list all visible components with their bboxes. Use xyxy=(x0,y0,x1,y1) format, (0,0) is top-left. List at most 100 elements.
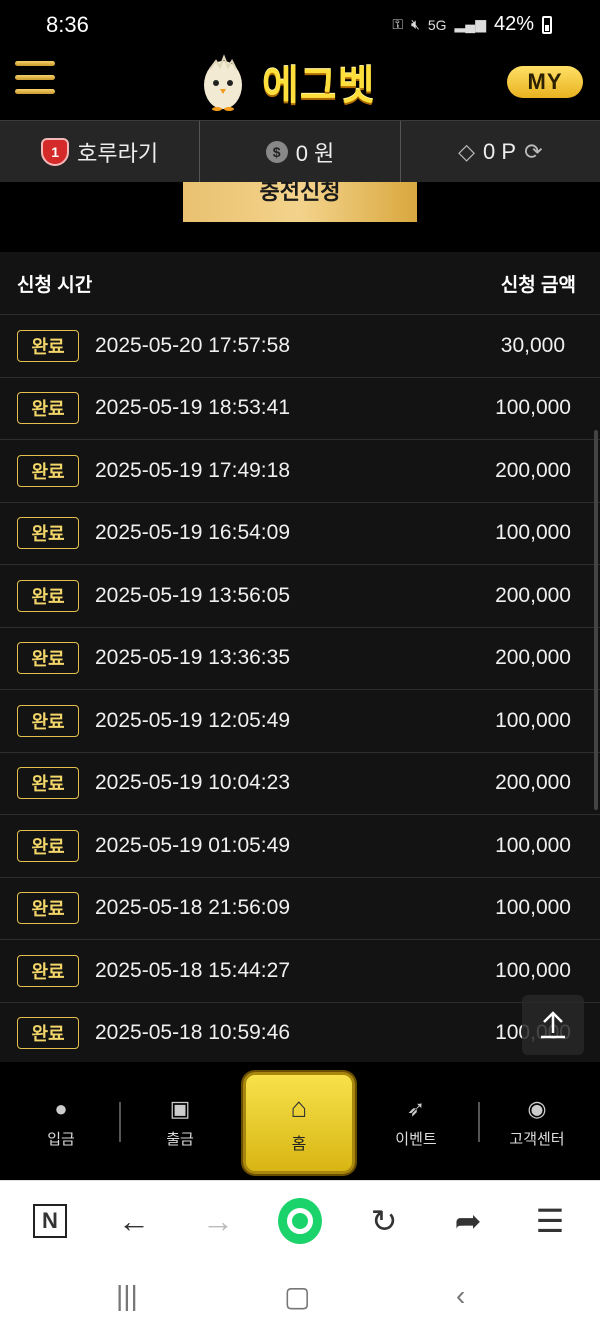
charge-area: 충전신청 xyxy=(0,182,600,252)
nav-divider xyxy=(478,1102,480,1142)
nav-home[interactable]: ⌂ 홈 xyxy=(243,1072,355,1174)
forward-arrow-icon: → xyxy=(202,1202,234,1239)
mute-icon: 🔇︎ xyxy=(411,16,420,32)
table-row: 완료 2025-05-19 18:53:41 100,000 xyxy=(0,378,600,440)
my-button[interactable]: MY xyxy=(507,66,583,98)
request-time: 2025-05-19 17:49:18 xyxy=(95,458,290,482)
charge-history-table: 신청 시간 신청 금액 완료 2025-05-20 17:57:58 30,00… xyxy=(0,252,600,1062)
nav-withdraw-label: 출금 xyxy=(166,1131,194,1148)
username: 호루라기 xyxy=(77,140,159,166)
table-row: 완료 2025-05-19 12:05:49 100,000 xyxy=(0,690,600,753)
table-body: 완료 2025-05-20 17:57:58 30,000 완료 2025-05… xyxy=(0,315,600,1062)
request-time: 2025-05-19 12:05:49 xyxy=(95,708,290,732)
request-time: 2025-05-19 13:36:35 xyxy=(95,646,290,670)
request-amount: 100,000 xyxy=(495,708,571,732)
nav-divider xyxy=(119,1102,121,1142)
egg-mascot-icon xyxy=(204,54,242,111)
request-amount: 30,000 xyxy=(500,333,565,357)
request-amount: 100,000 xyxy=(495,521,571,545)
request-amount: 200,000 xyxy=(495,583,571,607)
reload-button[interactable]: ↻ xyxy=(362,1199,406,1243)
coins-icon: ● xyxy=(54,1096,68,1121)
points-cell[interactable]: ◇ 0 P ⟳ xyxy=(401,121,600,182)
status-badge: 완료 xyxy=(17,392,79,425)
home-icon: ⌂ xyxy=(290,1092,308,1123)
refresh-icon[interactable]: ⟳ xyxy=(524,139,542,165)
request-amount: 200,000 xyxy=(495,458,571,482)
nav-deposit-label: 입금 xyxy=(47,1131,75,1148)
table-row: 완료 2025-05-18 21:56:09 100,000 xyxy=(0,878,600,940)
request-amount: 200,000 xyxy=(495,771,571,795)
nav-deposit[interactable]: ● 입금 xyxy=(21,1096,101,1149)
status-badge: 완료 xyxy=(17,829,79,862)
status-badge: 완료 xyxy=(17,1017,79,1050)
back-button[interactable]: ← xyxy=(112,1199,156,1243)
key-icon: ⚿ xyxy=(392,16,403,32)
request-time: 2025-05-19 13:56:05 xyxy=(95,583,290,607)
status-badge: 완료 xyxy=(17,642,79,675)
request-time: 2025-05-19 01:05:49 xyxy=(95,833,290,857)
table-row: 완료 2025-05-19 17:49:18 200,000 xyxy=(0,440,600,503)
nav-withdraw[interactable]: ▣ 출금 xyxy=(140,1096,220,1149)
request-time: 2025-05-19 10:04:23 xyxy=(95,771,290,795)
status-bar: 8:36 ⚿ 🔇︎ 5G ▂▄▆ 42% xyxy=(0,0,600,52)
status-badge: 완료 xyxy=(17,579,79,612)
bottom-nav: ● 입금 ▣ 출금 ⌂ 홈 ➶ 이벤트 ◉ 고객센터 xyxy=(0,1062,600,1180)
recent-apps-icon[interactable]: ||| xyxy=(116,1280,138,1312)
naver-n-icon: N xyxy=(33,1204,67,1238)
logo[interactable]: 에그벳 xyxy=(200,52,400,112)
forward-button[interactable]: → xyxy=(196,1199,240,1243)
request-time: 2025-05-18 21:56:09 xyxy=(95,896,290,920)
share-icon: ➦ xyxy=(454,1203,482,1239)
table-row: 완료 2025-05-19 13:36:35 200,000 xyxy=(0,628,600,690)
user-level-cell[interactable]: 1 호루라기 xyxy=(0,121,201,182)
browser-toolbar: N ← → ↻ ➦ ☰ xyxy=(0,1180,600,1260)
request-amount: 100,000 xyxy=(495,958,571,982)
status-badge: 완료 xyxy=(17,892,79,925)
scrollbar[interactable] xyxy=(594,430,598,810)
browser-menu-button[interactable]: ☰ xyxy=(528,1199,572,1243)
logo-text: 에그벳 xyxy=(262,64,376,108)
signal-icon: ▂▄▆ xyxy=(454,16,486,32)
app-header: 에그벳 MY xyxy=(0,52,600,120)
nav-event[interactable]: ➶ 이벤트 xyxy=(376,1096,456,1149)
user-info-bar: 1 호루라기 $ 0 원 ◇ 0 P ⟳ xyxy=(0,120,600,182)
table-row: 완료 2025-05-20 17:57:58 30,000 xyxy=(0,315,600,378)
status-icons: ⚿ 🔇︎ 5G ▂▄▆ 42% xyxy=(392,13,552,36)
money-cell[interactable]: $ 0 원 xyxy=(200,121,401,182)
request-time: 2025-05-19 16:54:09 xyxy=(95,521,290,545)
battery-percent: 42% xyxy=(493,13,534,35)
menu-icon[interactable] xyxy=(15,61,55,101)
status-badge: 완료 xyxy=(17,329,79,362)
table-row: 완료 2025-05-19 10:04:23 200,000 xyxy=(0,753,600,815)
request-time: 2025-05-19 18:53:41 xyxy=(95,396,290,420)
request-amount: 100,000 xyxy=(495,833,571,857)
share-button[interactable]: ➦ xyxy=(446,1199,490,1243)
status-badge: 완료 xyxy=(17,704,79,737)
level-badge: 1 xyxy=(41,137,70,166)
green-dot-button[interactable] xyxy=(278,1198,322,1244)
status-time: 8:36 xyxy=(46,12,89,37)
col-header-amount: 신청 금액 xyxy=(500,274,576,296)
table-row: 완료 2025-05-18 15:44:27 100,000 xyxy=(0,940,600,1003)
green-dot-icon xyxy=(278,1198,322,1244)
naver-home-button[interactable]: N xyxy=(28,1199,72,1243)
table-header: 신청 시간 신청 금액 xyxy=(0,252,600,315)
col-header-time: 신청 시간 xyxy=(17,274,93,296)
status-badge: 완료 xyxy=(17,454,79,487)
chat-icon: ◉ xyxy=(527,1096,547,1121)
scroll-to-top-button[interactable] xyxy=(522,995,584,1055)
battery-icon xyxy=(542,15,552,34)
money-value: 0 원 xyxy=(295,140,335,166)
back-system-icon[interactable]: ‹ xyxy=(456,1280,465,1312)
nav-support[interactable]: ◉ 고객센터 xyxy=(497,1096,577,1149)
nav-home-label: 홈 xyxy=(291,1136,307,1153)
table-row: 완료 2025-05-19 01:05:49 100,000 xyxy=(0,815,600,878)
request-amount: 200,000 xyxy=(495,646,571,670)
briefcase-icon: ▣ xyxy=(169,1096,191,1121)
charge-request-button[interactable]: 충전신청 xyxy=(183,182,417,222)
home-system-icon[interactable]: ▢ xyxy=(284,1280,310,1313)
status-badge: 완료 xyxy=(17,954,79,987)
network-label: 5G xyxy=(427,16,447,33)
coin-icon: $ xyxy=(265,140,288,163)
